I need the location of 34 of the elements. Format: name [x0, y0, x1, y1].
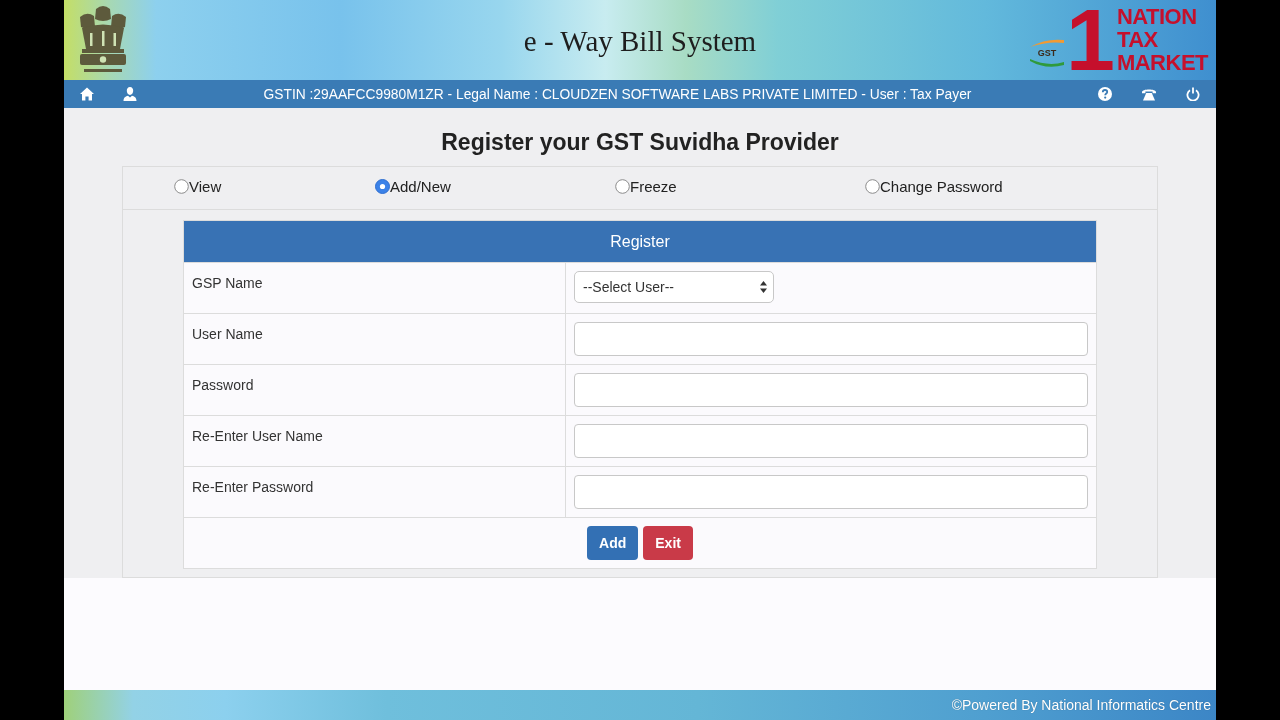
footer-credit-text: ©Powered By National Informatics Centre	[951, 697, 1211, 713]
help-icon[interactable]	[1098, 87, 1112, 101]
account-info-text: GSTIN :29AAFCC9980M1ZR - Legal Name : CLOUDZEN SOFTWARE LABS PRIVATE LIMITED - User : Tax Payer	[262, 86, 973, 102]
text-input-field[interactable]	[574, 475, 1088, 509]
form-header: Register	[184, 221, 1096, 262]
upper-swoosh-icon	[1029, 38, 1064, 47]
power-icon[interactable]	[1186, 87, 1200, 101]
logo-numeral: 1	[1064, 3, 1116, 77]
site-title: e - Way Bill System	[523, 23, 757, 58]
field-label: Re-Enter User Name	[192, 428, 323, 444]
telephone-icon[interactable]	[1142, 87, 1156, 101]
logo-text: TAX	[1116, 29, 1159, 51]
radio-option[interactable]: Change Password	[865, 178, 1003, 195]
radio-option[interactable]: View	[174, 178, 222, 195]
field-label: Re-Enter Password	[192, 479, 314, 495]
exit-button[interactable]: Exit	[643, 526, 693, 560]
logo-text: MARKET	[1116, 52, 1208, 74]
updown-caret-icon	[760, 281, 767, 293]
logo-badge-text: GST	[1037, 48, 1057, 58]
lower-swoosh-icon	[1029, 59, 1064, 68]
radio-option[interactable]: Add/New	[375, 178, 451, 195]
user-icon[interactable]	[123, 87, 137, 101]
text-input-field[interactable]	[574, 373, 1088, 407]
field-label: GSP Name	[192, 275, 263, 291]
text-input-field[interactable]	[574, 424, 1088, 458]
add-button[interactable]: Add	[587, 526, 639, 560]
page-title: Register your GST Suvidha Provider	[441, 129, 839, 156]
radio-option[interactable]: Freeze	[615, 178, 677, 195]
home-icon[interactable]	[80, 87, 94, 101]
text-input-field[interactable]	[574, 322, 1088, 356]
logo-text: NATION	[1116, 6, 1198, 28]
select-field[interactable]: --Select User--	[574, 271, 774, 303]
field-label: Password	[192, 377, 254, 393]
field-label: User Name	[192, 326, 263, 342]
